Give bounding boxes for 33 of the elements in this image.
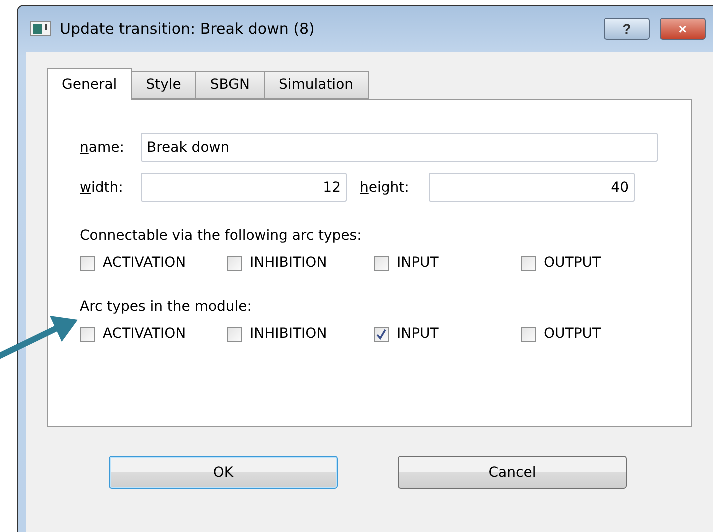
- help-button[interactable]: ?: [604, 18, 650, 40]
- checkbox-label: INPUT: [397, 255, 439, 271]
- tab[interactable]: Style: [131, 71, 196, 99]
- dialog-button[interactable]: OK: [109, 456, 338, 489]
- checkbox[interactable]: [521, 256, 536, 270]
- field-label: height:: [360, 180, 410, 196]
- checkbox-label: ACTIVATION: [103, 326, 186, 342]
- input-field[interactable]: Break down: [141, 133, 658, 162]
- field-label: name:: [80, 140, 126, 156]
- checkbox[interactable]: [374, 256, 389, 270]
- checkbox-label: ACTIVATION: [103, 255, 186, 271]
- dialog-button[interactable]: Cancel: [398, 456, 627, 489]
- app-icon: [30, 21, 52, 37]
- checkbox[interactable]: [80, 256, 95, 270]
- checkbox-label: INHIBITION: [250, 326, 328, 342]
- checkbox[interactable]: [227, 326, 242, 342]
- window-title: Update transition: Break down (8): [60, 20, 316, 38]
- input-field[interactable]: 40: [429, 173, 635, 202]
- checkbox[interactable]: [521, 326, 536, 342]
- checkbox-label: INHIBITION: [250, 255, 328, 271]
- section-label: Connectable via the following arc types:: [80, 228, 363, 244]
- field-label: width:: [80, 180, 124, 196]
- tab[interactable]: SBGN: [195, 71, 265, 99]
- tab[interactable]: General: [47, 68, 132, 100]
- checkbox-label: OUTPUT: [544, 255, 602, 271]
- checkbox[interactable]: [80, 326, 95, 342]
- checkbox-label: INPUT: [397, 326, 439, 342]
- checkbox[interactable]: [374, 326, 389, 342]
- section-label: Arc types in the module:: [80, 299, 254, 315]
- tab[interactable]: Simulation: [264, 71, 369, 99]
- input-field[interactable]: 12: [141, 173, 347, 202]
- checkbox[interactable]: [227, 256, 242, 270]
- checkbox-label: OUTPUT: [544, 326, 602, 342]
